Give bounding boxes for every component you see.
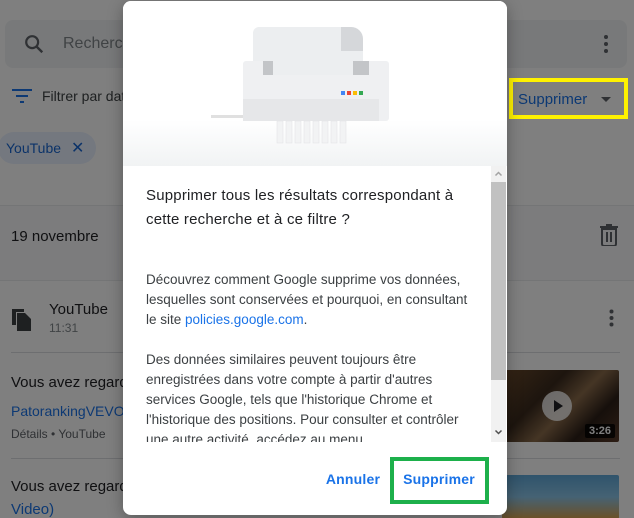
dialog-illustration-area [123,1,507,166]
shredder-illustration [211,27,389,144]
highlight-box-green [390,457,489,504]
dialog-content-scroll[interactable]: Supprimer tous les résultats corresponda… [123,166,507,442]
cancel-button[interactable]: Annuler [319,461,387,497]
scrollbar[interactable] [491,166,506,442]
scroll-down-arrow-icon[interactable] [491,424,506,440]
dialog-title: Supprimer tous les résultats corresponda… [146,187,454,228]
scroll-up-arrow-icon[interactable] [491,166,506,182]
highlight-box-yellow [509,78,628,119]
scrollbar-thumb[interactable] [491,182,506,380]
dialog-body-privacy: Découvrez comment Google supprime vos do… [146,270,476,330]
body-text: . [303,312,308,327]
policies-link[interactable]: policies.google.com [185,312,304,327]
dialog-body-other-services: Des données similaires peuvent toujours … [146,352,459,442]
delete-confirmation-dialog: Supprimer tous les résultats corresponda… [123,1,507,515]
